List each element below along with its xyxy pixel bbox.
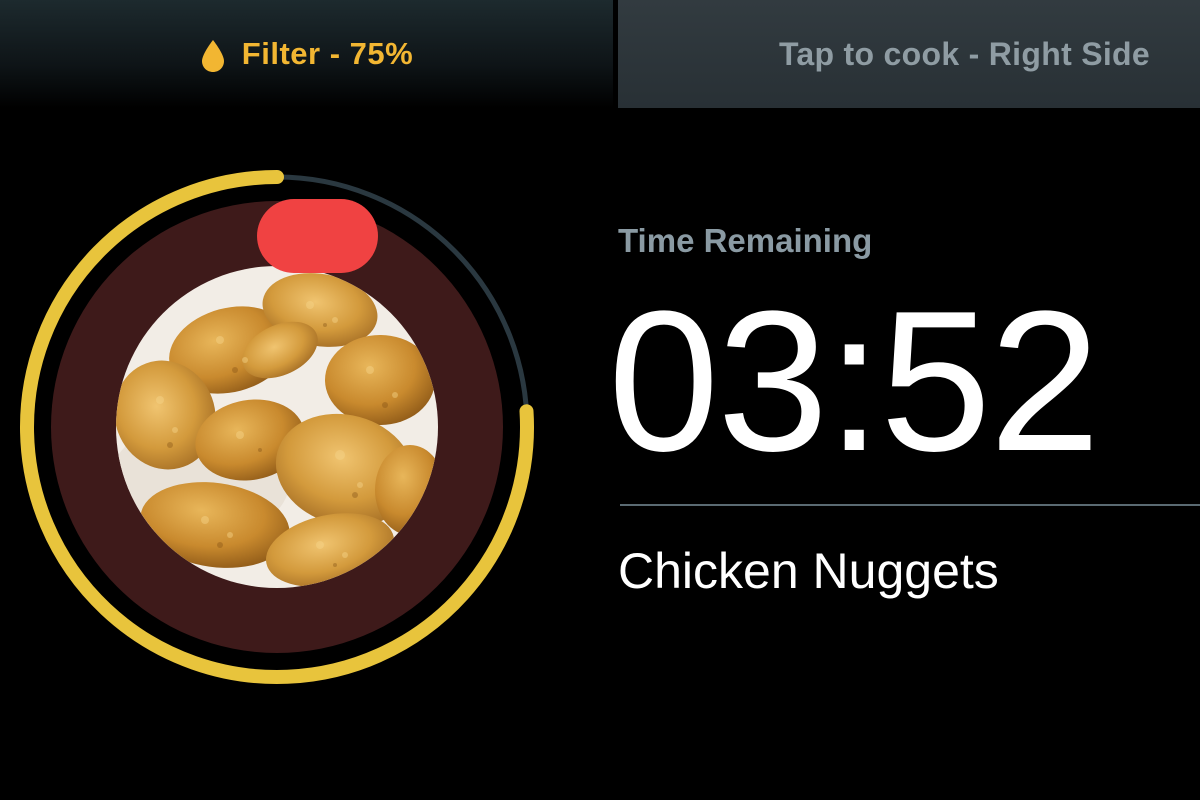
divider	[620, 504, 1200, 506]
cook-progress-ring	[20, 170, 534, 684]
drop-icon	[201, 40, 224, 72]
time-remaining-label: Time Remaining	[618, 222, 873, 259]
filter-status-tab[interactable]: Filter - 75%	[0, 0, 613, 108]
cooking-screen: Filter - 75% Tap to cook - Right Side Ti…	[0, 0, 1200, 800]
time-remaining-value: 03:52	[608, 270, 1100, 493]
tap-to-cook-label: Tap to cook - Right Side	[778, 35, 1150, 72]
filter-label: Filter - 75%	[241, 36, 414, 71]
food-name: Chicken Nuggets	[618, 543, 999, 599]
tap-to-cook-button[interactable]: Tap to cook - Right Side	[618, 0, 1200, 108]
cook-indicator	[257, 199, 378, 273]
